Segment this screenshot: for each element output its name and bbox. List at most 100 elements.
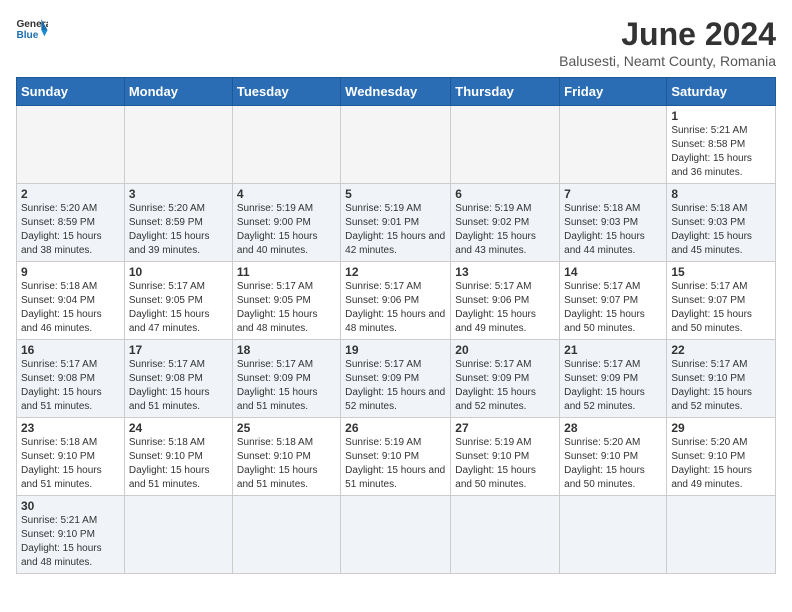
day-info: Sunrise: 5:17 AM Sunset: 9:08 PM Dayligh…	[21, 358, 120, 414]
calendar-day-cell: 14Sunrise: 5:17 AM Sunset: 9:07 PM Dayli…	[560, 262, 667, 340]
day-info: Sunrise: 5:18 AM Sunset: 9:10 PM Dayligh…	[129, 436, 228, 492]
day-number: 9	[21, 265, 120, 279]
calendar-day-cell: 19Sunrise: 5:17 AM Sunset: 9:09 PM Dayli…	[341, 340, 451, 418]
day-number: 28	[564, 421, 662, 435]
calendar-week-row: 1Sunrise: 5:21 AM Sunset: 8:58 PM Daylig…	[17, 106, 776, 184]
day-info: Sunrise: 5:19 AM Sunset: 9:01 PM Dayligh…	[345, 202, 446, 258]
day-info: Sunrise: 5:20 AM Sunset: 9:10 PM Dayligh…	[671, 436, 771, 492]
day-number: 13	[455, 265, 555, 279]
day-info: Sunrise: 5:17 AM Sunset: 9:09 PM Dayligh…	[455, 358, 555, 414]
calendar-day-cell: 21Sunrise: 5:17 AM Sunset: 9:09 PM Dayli…	[560, 340, 667, 418]
calendar-day-cell	[451, 106, 560, 184]
calendar-day-cell: 22Sunrise: 5:17 AM Sunset: 9:10 PM Dayli…	[667, 340, 776, 418]
day-info: Sunrise: 5:21 AM Sunset: 8:58 PM Dayligh…	[671, 124, 771, 180]
calendar-day-cell: 20Sunrise: 5:17 AM Sunset: 9:09 PM Dayli…	[451, 340, 560, 418]
calendar-day-cell: 5Sunrise: 5:19 AM Sunset: 9:01 PM Daylig…	[341, 184, 451, 262]
day-number: 12	[345, 265, 446, 279]
day-info: Sunrise: 5:17 AM Sunset: 9:05 PM Dayligh…	[237, 280, 336, 336]
calendar-day-cell	[560, 496, 667, 574]
day-number: 2	[21, 187, 120, 201]
location-subtitle: Balusesti, Neamt County, Romania	[559, 53, 776, 69]
day-info: Sunrise: 5:18 AM Sunset: 9:04 PM Dayligh…	[21, 280, 120, 336]
day-info: Sunrise: 5:17 AM Sunset: 9:06 PM Dayligh…	[455, 280, 555, 336]
day-info: Sunrise: 5:18 AM Sunset: 9:10 PM Dayligh…	[237, 436, 336, 492]
calendar-day-cell: 15Sunrise: 5:17 AM Sunset: 9:07 PM Dayli…	[667, 262, 776, 340]
col-monday: Monday	[124, 78, 232, 106]
day-info: Sunrise: 5:21 AM Sunset: 9:10 PM Dayligh…	[21, 514, 120, 570]
day-info: Sunrise: 5:17 AM Sunset: 9:09 PM Dayligh…	[564, 358, 662, 414]
day-number: 5	[345, 187, 446, 201]
day-number: 16	[21, 343, 120, 357]
day-number: 19	[345, 343, 446, 357]
calendar-day-cell: 23Sunrise: 5:18 AM Sunset: 9:10 PM Dayli…	[17, 418, 125, 496]
title-area: June 2024 Balusesti, Neamt County, Roman…	[559, 16, 776, 69]
logo-svg: General Blue	[16, 16, 48, 44]
calendar-day-cell	[341, 496, 451, 574]
calendar-day-cell: 1Sunrise: 5:21 AM Sunset: 8:58 PM Daylig…	[667, 106, 776, 184]
day-number: 21	[564, 343, 662, 357]
day-info: Sunrise: 5:18 AM Sunset: 9:03 PM Dayligh…	[671, 202, 771, 258]
day-number: 10	[129, 265, 228, 279]
day-info: Sunrise: 5:19 AM Sunset: 9:10 PM Dayligh…	[455, 436, 555, 492]
calendar-day-cell: 29Sunrise: 5:20 AM Sunset: 9:10 PM Dayli…	[667, 418, 776, 496]
day-number: 26	[345, 421, 446, 435]
col-tuesday: Tuesday	[232, 78, 340, 106]
day-number: 4	[237, 187, 336, 201]
calendar-day-cell: 25Sunrise: 5:18 AM Sunset: 9:10 PM Dayli…	[232, 418, 340, 496]
calendar-day-cell: 26Sunrise: 5:19 AM Sunset: 9:10 PM Dayli…	[341, 418, 451, 496]
calendar-day-cell: 11Sunrise: 5:17 AM Sunset: 9:05 PM Dayli…	[232, 262, 340, 340]
day-info: Sunrise: 5:17 AM Sunset: 9:09 PM Dayligh…	[237, 358, 336, 414]
calendar-day-cell: 30Sunrise: 5:21 AM Sunset: 9:10 PM Dayli…	[17, 496, 125, 574]
day-number: 6	[455, 187, 555, 201]
day-number: 17	[129, 343, 228, 357]
col-thursday: Thursday	[451, 78, 560, 106]
month-title: June 2024	[559, 16, 776, 53]
calendar-day-cell: 27Sunrise: 5:19 AM Sunset: 9:10 PM Dayli…	[451, 418, 560, 496]
col-wednesday: Wednesday	[341, 78, 451, 106]
col-sunday: Sunday	[17, 78, 125, 106]
day-number: 11	[237, 265, 336, 279]
day-info: Sunrise: 5:18 AM Sunset: 9:10 PM Dayligh…	[21, 436, 120, 492]
calendar-day-cell: 18Sunrise: 5:17 AM Sunset: 9:09 PM Dayli…	[232, 340, 340, 418]
calendar-day-cell	[232, 496, 340, 574]
calendar-day-cell	[560, 106, 667, 184]
calendar-day-cell: 28Sunrise: 5:20 AM Sunset: 9:10 PM Dayli…	[560, 418, 667, 496]
day-number: 18	[237, 343, 336, 357]
day-number: 14	[564, 265, 662, 279]
day-info: Sunrise: 5:17 AM Sunset: 9:09 PM Dayligh…	[345, 358, 446, 414]
calendar-day-cell: 2Sunrise: 5:20 AM Sunset: 8:59 PM Daylig…	[17, 184, 125, 262]
svg-text:Blue: Blue	[16, 30, 38, 41]
day-number: 27	[455, 421, 555, 435]
calendar-day-cell: 4Sunrise: 5:19 AM Sunset: 9:00 PM Daylig…	[232, 184, 340, 262]
day-number: 20	[455, 343, 555, 357]
calendar-day-cell: 16Sunrise: 5:17 AM Sunset: 9:08 PM Dayli…	[17, 340, 125, 418]
day-info: Sunrise: 5:17 AM Sunset: 9:06 PM Dayligh…	[345, 280, 446, 336]
day-info: Sunrise: 5:19 AM Sunset: 9:02 PM Dayligh…	[455, 202, 555, 258]
calendar-week-row: 2Sunrise: 5:20 AM Sunset: 8:59 PM Daylig…	[17, 184, 776, 262]
day-number: 30	[21, 499, 120, 513]
calendar-week-row: 9Sunrise: 5:18 AM Sunset: 9:04 PM Daylig…	[17, 262, 776, 340]
calendar-day-cell: 17Sunrise: 5:17 AM Sunset: 9:08 PM Dayli…	[124, 340, 232, 418]
header-area: General Blue June 2024 Balusesti, Neamt …	[16, 16, 776, 69]
day-number: 1	[671, 109, 771, 123]
day-info: Sunrise: 5:17 AM Sunset: 9:07 PM Dayligh…	[671, 280, 771, 336]
calendar-day-cell: 12Sunrise: 5:17 AM Sunset: 9:06 PM Dayli…	[341, 262, 451, 340]
calendar-day-cell: 8Sunrise: 5:18 AM Sunset: 9:03 PM Daylig…	[667, 184, 776, 262]
calendar-day-cell: 7Sunrise: 5:18 AM Sunset: 9:03 PM Daylig…	[560, 184, 667, 262]
calendar-week-row: 30Sunrise: 5:21 AM Sunset: 9:10 PM Dayli…	[17, 496, 776, 574]
calendar-day-cell: 3Sunrise: 5:20 AM Sunset: 8:59 PM Daylig…	[124, 184, 232, 262]
col-friday: Friday	[560, 78, 667, 106]
day-info: Sunrise: 5:19 AM Sunset: 9:00 PM Dayligh…	[237, 202, 336, 258]
calendar-day-cell: 24Sunrise: 5:18 AM Sunset: 9:10 PM Dayli…	[124, 418, 232, 496]
day-number: 7	[564, 187, 662, 201]
day-info: Sunrise: 5:18 AM Sunset: 9:03 PM Dayligh…	[564, 202, 662, 258]
day-number: 8	[671, 187, 771, 201]
col-saturday: Saturday	[667, 78, 776, 106]
calendar-day-cell	[124, 496, 232, 574]
day-info: Sunrise: 5:20 AM Sunset: 8:59 PM Dayligh…	[129, 202, 228, 258]
calendar-day-cell	[667, 496, 776, 574]
calendar-table: Sunday Monday Tuesday Wednesday Thursday…	[16, 77, 776, 574]
calendar-day-cell: 13Sunrise: 5:17 AM Sunset: 9:06 PM Dayli…	[451, 262, 560, 340]
day-number: 3	[129, 187, 228, 201]
day-info: Sunrise: 5:20 AM Sunset: 8:59 PM Dayligh…	[21, 202, 120, 258]
